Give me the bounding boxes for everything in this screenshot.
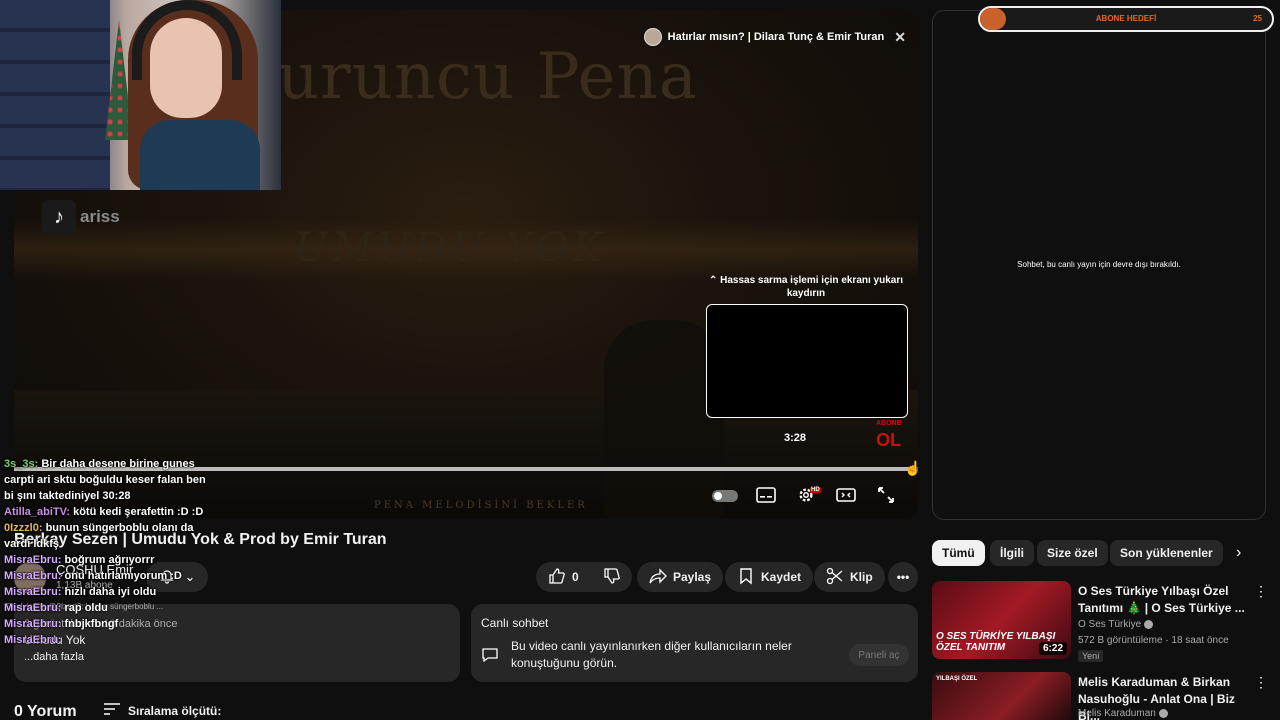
subscribe-overlay-badge: ABONE OL	[876, 416, 902, 450]
chat-message: MisraEbru: rap oldu	[4, 600, 210, 616]
video-thumbnail[interactable]: YILBAŞI ÖZEL	[932, 672, 1071, 720]
subscriber-goal-label: ABONE HEDEFİ	[1095, 14, 1157, 23]
chat-message: MisraEbru: boğrum ağrıyorrr	[4, 552, 210, 568]
chat-text: hızlı daha iyi oldu	[64, 586, 157, 598]
chip-recently-uploaded[interactable]: Son yüklenenler	[1110, 540, 1223, 566]
webcam-person-shirt	[140, 120, 260, 190]
verified-icon	[1158, 708, 1168, 718]
description-more-link[interactable]: ...daha fazla	[24, 651, 84, 663]
new-badge: Yeni	[1078, 650, 1104, 662]
seek-preview-thumbnail	[706, 304, 908, 418]
chat-username: MisraEbru:	[4, 570, 65, 582]
live-chat-replay-description: Bu video canlı yayınlanırken diğer kulla…	[511, 639, 792, 670]
tiktok-icon: ♪	[42, 200, 76, 234]
autoplay-toggle[interactable]	[712, 490, 738, 502]
thumbnail-text: YILBAŞI ÖZEL	[936, 676, 978, 682]
fullscreen-icon[interactable]	[874, 486, 898, 504]
chat-message: 3s_3s: Bir daha desene birine gunes carp…	[4, 456, 210, 504]
stream-chat-overlay: 3s_3s: Bir daha desene birine gunes carp…	[4, 456, 210, 648]
now-playing-avatar	[643, 28, 662, 46]
chip-for-you[interactable]: Size özel	[1037, 540, 1108, 566]
tiktok-watermark: ♪ ariss	[42, 200, 120, 234]
seek-hint-line1: ⌃ Hassas sarma işlemi için ekranı yukarı	[708, 275, 904, 286]
chat-message: MisraEbru: onu hatırlamıyorum :D	[4, 568, 210, 584]
clip-label: Klip	[850, 570, 873, 584]
share-icon	[649, 567, 667, 588]
video-frame-subtitle: UMUDU YOK	[294, 225, 606, 271]
now-playing-title[interactable]: Hatırlar mısın? | Dilara Tunç & Emir Tur…	[668, 31, 885, 43]
hd-badge: HD	[810, 487, 821, 493]
chat-text: onu hatırlamıyorum :D	[64, 570, 182, 582]
comments-count: 0 Yorum	[14, 703, 77, 720]
chat-message: MisraEbru: fnbjkfbngf	[4, 616, 210, 632]
subscriber-goal-bar: ABONE HEDEFİ 25	[978, 6, 1274, 32]
tiktok-handle: ariss	[80, 207, 120, 226]
chip-all[interactable]: Tümü	[932, 540, 985, 566]
chat-username: 0Izzzl0:	[4, 522, 46, 534]
hand-cursor-icon: ☝	[904, 460, 918, 476]
chat-text: fnbjkfbngf	[64, 618, 119, 630]
recommended-title[interactable]: O Ses Türkiye Yılbaşı Özel Tanıtımı 🎄 | …	[1078, 583, 1248, 617]
recommended-views: 572 B görüntüleme · 18 saat önce	[1078, 635, 1229, 646]
like-count: 0	[572, 570, 579, 584]
chat-text: kötü kedi şerafettin :D :D	[73, 506, 204, 518]
verified-icon	[1144, 619, 1154, 629]
chevron-right-icon[interactable]: ›	[1236, 544, 1256, 564]
subtitles-icon[interactable]	[754, 486, 778, 504]
chat-text: boğrum ağrıyorrr	[64, 554, 155, 566]
video-frame-footer: PENA MELODİSİNİ BEKLER	[374, 500, 588, 511]
recommended-channel[interactable]: Melis Karaduman	[1078, 708, 1168, 719]
share-label: Paylaş	[673, 570, 712, 584]
more-actions-button[interactable]: •••	[888, 562, 918, 592]
video-thumbnail[interactable]: O SES TÜRKİYE YILBAŞI ÖZEL TANITIM 6:22	[932, 581, 1071, 659]
more-vertical-icon[interactable]: ⋮	[1254, 674, 1268, 691]
streamer-webcam	[0, 0, 281, 190]
chat-username: MisraEbru:	[4, 634, 62, 646]
chat-username: MisraEbru:	[4, 602, 65, 614]
thumbs-down-icon[interactable]	[603, 567, 621, 588]
recommended-channel[interactable]: O Ses Türkiye	[1078, 619, 1154, 630]
bookmark-icon	[737, 567, 755, 588]
scissors-icon	[826, 567, 844, 588]
theater-mode-icon[interactable]	[834, 486, 858, 504]
chat-message: MisraEbru:	[4, 632, 210, 648]
more-vertical-icon[interactable]: ⋮	[1254, 583, 1268, 600]
subscribe-badge-main: OL	[876, 430, 902, 450]
chat-text: rap oldu	[64, 602, 108, 614]
webcam-bookshelf	[0, 0, 110, 190]
chat-message: 0Izzzl0: bunun süngerboblu olanı da vard…	[4, 520, 210, 552]
save-label: Kaydet	[761, 570, 802, 584]
seek-hint-line2: kaydırın	[786, 288, 826, 299]
close-icon[interactable]: ✕	[894, 29, 906, 46]
live-chat-replay-title: Canlı sohbet	[481, 616, 549, 630]
now-playing-banner[interactable]: Hatırlar mısın? | Dilara Tunç & Emir Tur…	[643, 26, 906, 48]
chat-username: 3s_3s:	[4, 458, 42, 470]
precise-seek-hint: ⌃ Hassas sarma işlemi için ekranı yukarı…	[706, 274, 906, 300]
chat-message: MisraEbru: hızlı daha iyi oldu	[4, 584, 210, 600]
chat-username: MisraEbru:	[4, 586, 65, 598]
thumbs-up-icon[interactable]	[548, 567, 566, 588]
more-horizontal-icon: •••	[896, 570, 910, 584]
save-button[interactable]: Kaydet	[725, 562, 814, 592]
clip-button[interactable]: Klip	[814, 562, 885, 592]
chat-username: Atilla_abiTV:	[4, 506, 74, 518]
chat-username: MisraEbru:	[4, 554, 65, 566]
seek-preview-time: 3:28	[784, 432, 807, 444]
subscriber-goal-count: 25	[1253, 14, 1262, 23]
video-duration: 6:22	[1038, 642, 1067, 655]
chat-username: MisraEbru:	[4, 618, 65, 630]
chat-bubble-icon	[481, 646, 499, 664]
share-button[interactable]: Paylaş	[637, 562, 724, 592]
open-panel-button[interactable]: Paneli aç	[849, 644, 909, 666]
sort-comments-button[interactable]: Sıralama ölçütü:	[104, 703, 221, 718]
sort-label: Sıralama ölçütü:	[128, 703, 222, 718]
app-root: Turuncu Pena UMUDU YOK PENA MELODİSİNİ B…	[0, 0, 1280, 720]
chat-message: Atilla_abiTV: kötü kedi şerafettin :D :D	[4, 504, 210, 520]
like-dislike-group[interactable]: 0	[536, 562, 632, 592]
chat-disabled-message: Sohbet, bu canlı yayın için devre dışı b…	[1017, 260, 1181, 269]
chip-related[interactable]: İlgili	[990, 540, 1034, 566]
sort-icon	[104, 703, 120, 718]
